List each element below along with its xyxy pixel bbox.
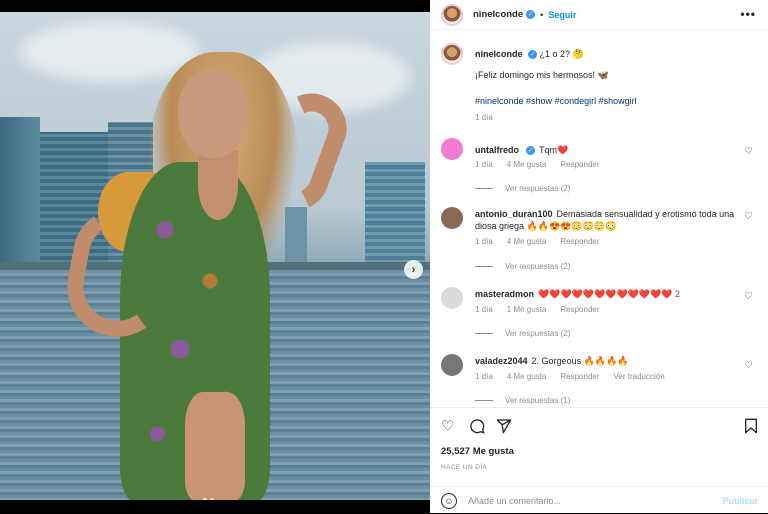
reply-button[interactable]: Responder: [560, 305, 599, 314]
comment-body: masteradmon ❤️❤️❤️❤️❤️❤️❤️❤️❤️❤️❤️❤️ 2: [475, 288, 735, 300]
caption-body: ¿1 o 2? 🤔: [539, 49, 584, 59]
comment-likes[interactable]: 4 Me gusta: [507, 372, 547, 381]
comment-time: 1 día: [475, 305, 493, 314]
action-icons: ♡: [441, 418, 759, 436]
replies-line: [475, 400, 493, 401]
comment-like-heart-icon[interactable]: ♡: [744, 360, 753, 371]
comment-meta: 1 día 1 Me gusta Responder: [475, 305, 614, 314]
model-neck: [198, 150, 238, 220]
reply-button[interactable]: Responder: [560, 372, 599, 381]
comment-input[interactable]: [468, 493, 708, 509]
avatar[interactable]: [441, 3, 463, 26]
separator-dot: •: [540, 9, 544, 20]
replies-line: [475, 188, 493, 189]
comment-meta: 1 día 4 Me gusta Responder: [475, 160, 614, 169]
carousel-dots: [203, 498, 214, 500]
view-replies-button[interactable]: Ver respuestas (1): [475, 396, 570, 405]
comment-username[interactable]: masteradmon: [475, 289, 534, 299]
model-leg: [185, 392, 245, 500]
view-replies-button[interactable]: Ver respuestas (2): [475, 184, 570, 193]
translate-button[interactable]: Ver traducción: [614, 372, 665, 381]
comment-body: valadez2044 2. Gorgeous 🔥🔥🔥🔥: [475, 355, 735, 367]
view-replies-label[interactable]: Ver respuestas (2): [505, 184, 570, 193]
model-face: [178, 70, 248, 158]
cloud: [20, 22, 200, 82]
comments-section[interactable]: ninelconde ✓ ¿1 o 2? 🤔 ¡Feliz domingo mi…: [430, 31, 768, 407]
caption-hashtags[interactable]: #ninelconde #show #condegirl #showgirl: [475, 96, 637, 106]
view-replies-label[interactable]: Ver respuestas (2): [505, 262, 570, 271]
avatar[interactable]: [441, 354, 463, 376]
comment-body: untalfredo ✓ Tqm❤️: [475, 144, 735, 156]
publish-button[interactable]: Publicar: [722, 496, 758, 506]
comment-likes[interactable]: 4 Me gusta: [507, 160, 547, 169]
view-replies-button[interactable]: Ver respuestas (2): [475, 262, 570, 271]
more-options-icon[interactable]: •••: [740, 7, 756, 21]
caption-username[interactable]: ninelconde: [475, 49, 523, 59]
building: [0, 117, 40, 267]
caption-time: 1 día: [475, 113, 493, 122]
view-replies-label[interactable]: Ver respuestas (1): [505, 396, 570, 405]
comment-like-heart-icon[interactable]: ♡: [744, 146, 753, 157]
building: [365, 162, 425, 274]
avatar[interactable]: [441, 207, 463, 229]
carousel-dot[interactable]: [203, 498, 207, 500]
verified-badge-icon: ✓: [526, 146, 535, 156]
comment-icon[interactable]: [469, 418, 485, 439]
comment-text: ❤️❤️❤️❤️❤️❤️❤️❤️❤️❤️❤️❤️ 2: [538, 289, 681, 299]
emoji-icon[interactable]: ☺: [441, 493, 457, 509]
bookmark-icon[interactable]: [744, 418, 758, 439]
view-replies-button[interactable]: Ver respuestas (2): [475, 329, 570, 338]
verified-badge-icon: ✓: [526, 10, 536, 19]
comment-username[interactable]: antonio_duran100: [475, 209, 553, 219]
post-header: ninelconde ✓ • Seguir •••: [430, 0, 768, 30]
comment-time: 1 día: [475, 160, 493, 169]
post-photo[interactable]: ›: [0, 12, 430, 500]
reply-button[interactable]: Responder: [560, 160, 599, 169]
comment-text: 2. Gorgeous 🔥🔥🔥🔥: [531, 356, 629, 366]
comment-meta: 1 día 4 Me gusta Responder Ver traducció…: [475, 372, 679, 381]
heart-icon[interactable]: ♡: [441, 418, 454, 436]
comment-username[interactable]: untalfredo: [475, 145, 519, 155]
reply-button[interactable]: Responder: [560, 237, 599, 246]
caption-text: ninelconde ✓ ¿1 o 2? 🤔: [475, 48, 755, 60]
replies-line: [475, 333, 493, 334]
post-details-panel: ninelconde ✓ • Seguir ••• ninelconde ✓ ¿…: [430, 0, 768, 513]
posted-time: HACE UN DÍA: [441, 464, 488, 471]
comment-likes[interactable]: 1 Me gusta: [507, 305, 547, 314]
comment-time: 1 día: [475, 372, 493, 381]
replies-line: [475, 266, 493, 267]
follow-button[interactable]: Seguir: [548, 10, 576, 20]
comment-text: Tqm❤️: [539, 145, 569, 155]
comment-likes[interactable]: 4 Me gusta: [507, 237, 547, 246]
likes-count[interactable]: 25,527 Me gusta: [441, 446, 514, 457]
view-replies-label[interactable]: Ver respuestas (2): [505, 329, 570, 338]
carousel-dot[interactable]: [210, 498, 214, 500]
share-icon[interactable]: [496, 418, 512, 439]
avatar[interactable]: [441, 43, 463, 65]
avatar[interactable]: [441, 287, 463, 309]
verified-badge-icon: ✓: [528, 50, 538, 60]
comment-meta: 1 día 4 Me gusta Responder: [475, 237, 614, 246]
instagram-post-viewer: › ninelconde ✓ • Seguir ••• ninelconde ✓…: [0, 0, 768, 513]
comment-body: antonio_duran100 Demasiada sensualidad y …: [475, 208, 735, 232]
comment-like-heart-icon[interactable]: ♡: [744, 211, 753, 222]
caption-greeting: ¡Feliz domingo mis hermosos! 🦋: [475, 70, 609, 80]
add-comment-bar: ☺ Publicar: [430, 486, 768, 514]
comment-time: 1 día: [475, 237, 493, 246]
next-photo-button[interactable]: ›: [404, 260, 423, 279]
post-username[interactable]: ninelconde: [473, 9, 523, 20]
avatar[interactable]: [441, 138, 463, 160]
comment-like-heart-icon[interactable]: ♡: [744, 291, 753, 302]
comment-username[interactable]: valadez2044: [475, 356, 528, 366]
post-actions: ♡ 25,527 Me gusta HACE UN DÍA ☺ Publicar: [430, 407, 768, 513]
